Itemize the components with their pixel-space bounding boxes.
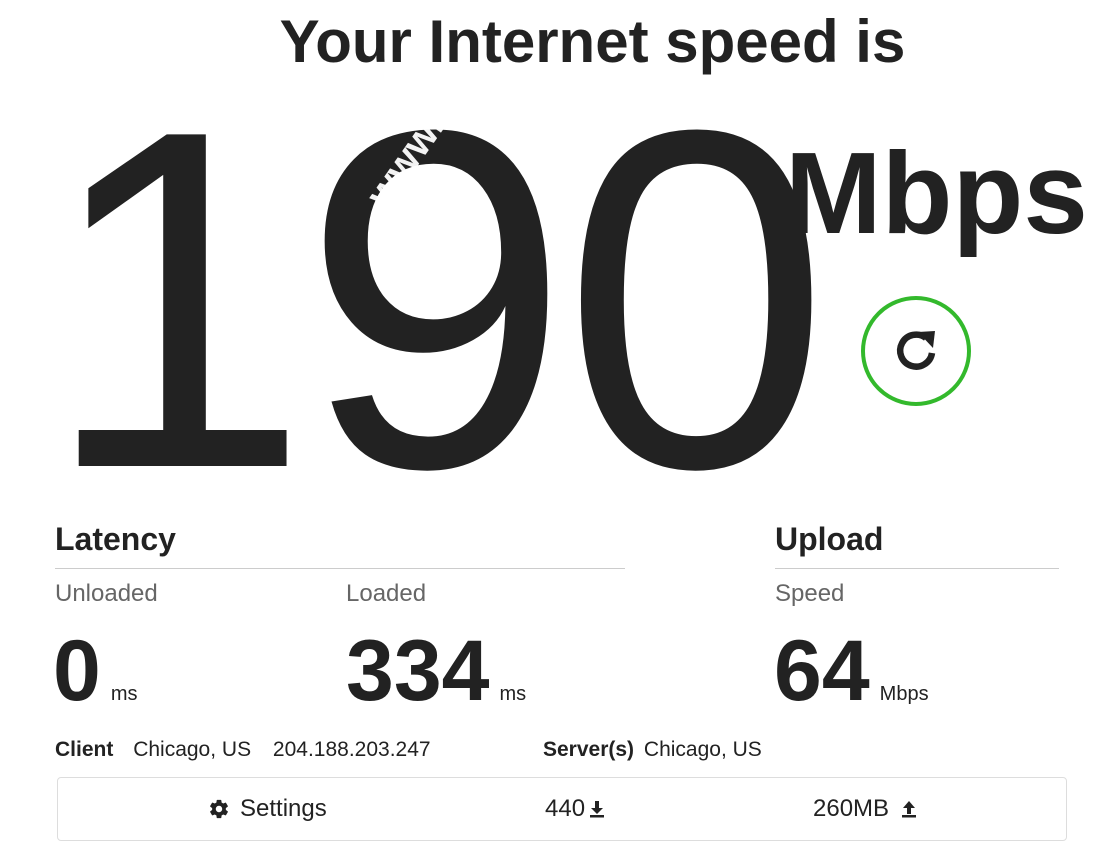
upload-speed-value: 64: [774, 623, 870, 719]
client-label: Client: [55, 738, 114, 761]
unloaded-latency-unit: ms: [110, 683, 138, 705]
latency-divider: [55, 568, 625, 569]
loaded-latency-unit: ms: [499, 683, 527, 705]
latency-title: Latency: [55, 521, 176, 557]
settings-label: Settings: [240, 795, 327, 822]
speed-test-page: Your Internet speed is 190 www.ve Mbps L…: [0, 0, 1105, 849]
loaded-latency-value: 334: [346, 623, 490, 719]
loaded-label: Loaded: [346, 580, 427, 607]
server-location: Chicago, US: [643, 738, 762, 761]
loaded-latency: 334 ms: [346, 628, 526, 714]
unloaded-latency-value: 0: [53, 623, 101, 719]
client-info: Client Chicago, US 204.188.203.247: [55, 737, 431, 763]
upload-speed-unit: Mbps: [879, 683, 929, 705]
refresh-button[interactable]: [861, 296, 971, 406]
upload-speed-label: Speed: [775, 580, 845, 607]
upload-divider: [775, 568, 1059, 569]
refresh-icon: [896, 331, 936, 370]
footer-bar: Settings 440 260MB: [57, 777, 1067, 841]
client-ip: 204.188.203.247: [272, 738, 431, 761]
downloaded-value: 440: [545, 795, 586, 822]
upload-arrow-icon: [902, 801, 917, 818]
download-speed-unit: Mbps: [785, 128, 1088, 258]
download-arrow-icon: [590, 801, 605, 818]
settings-button[interactable]: Settings: [208, 778, 327, 840]
unloaded-latency: 0 ms: [53, 628, 138, 714]
client-location: Chicago, US: [133, 738, 252, 761]
server-label: Server(s): [543, 738, 635, 761]
uploaded-data: 260MB: [813, 778, 917, 840]
uploaded-value: 260MB: [813, 795, 890, 822]
server-info: Server(s) Chicago, US: [543, 737, 762, 763]
downloaded-data: 440: [545, 778, 605, 840]
gear-icon: [210, 799, 228, 819]
upload-title: Upload: [775, 521, 884, 557]
upload-speed: 64 Mbps: [774, 628, 929, 714]
unloaded-label: Unloaded: [55, 580, 158, 607]
